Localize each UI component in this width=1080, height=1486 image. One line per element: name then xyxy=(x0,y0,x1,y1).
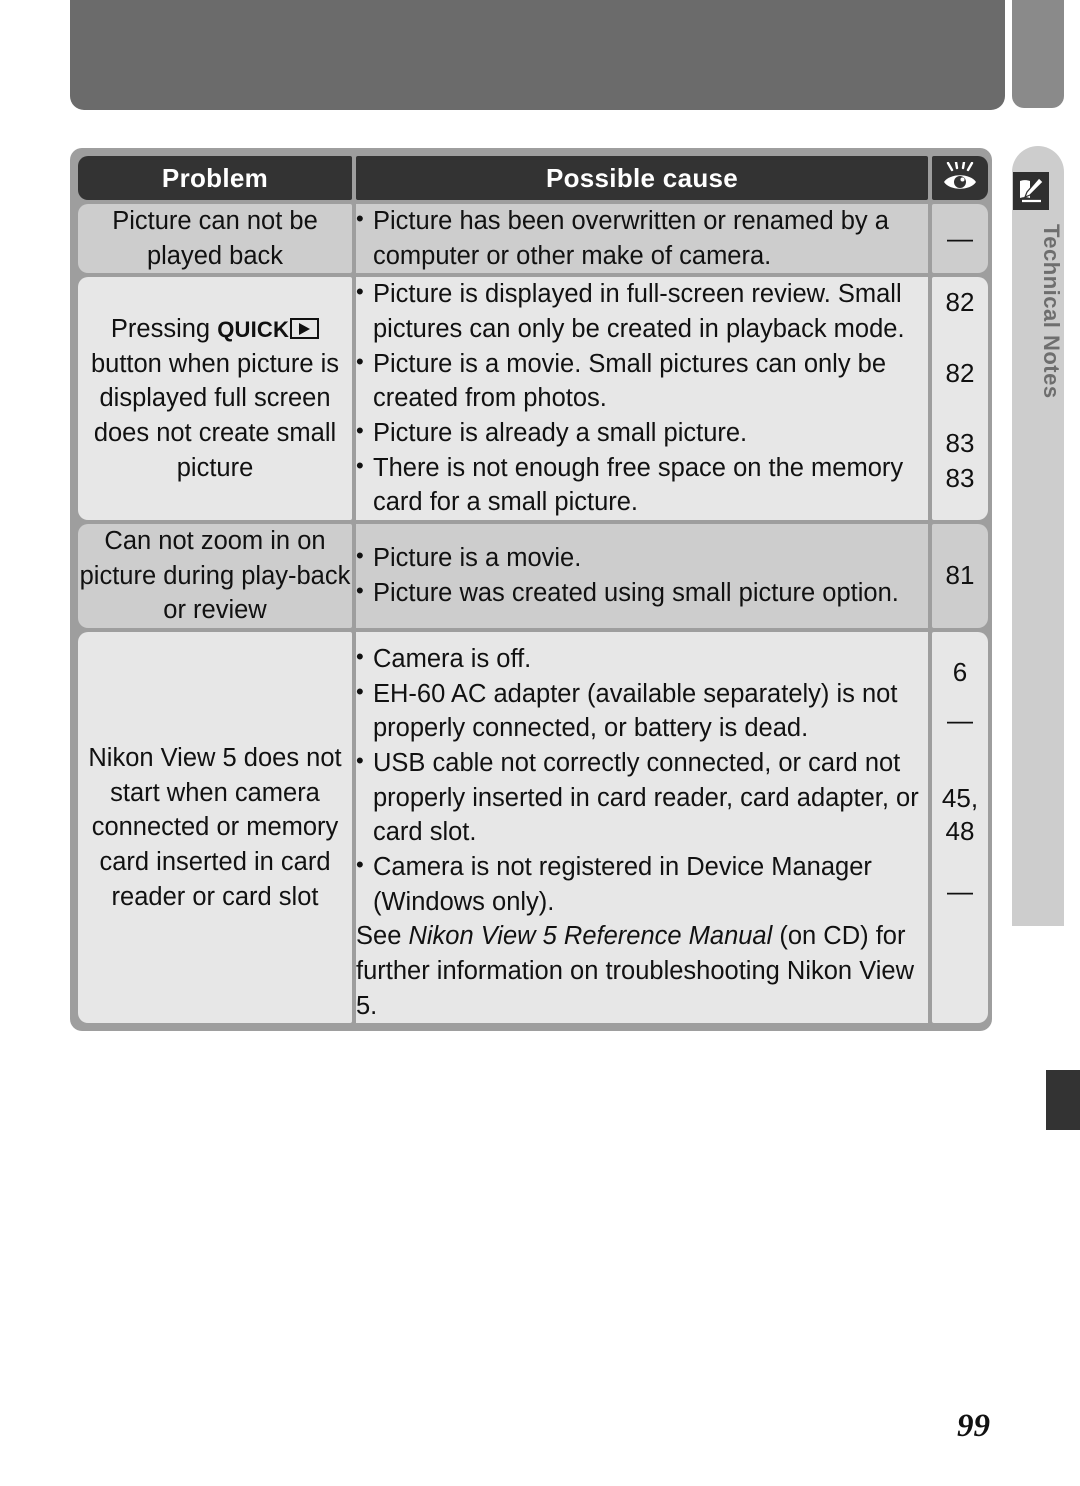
quick-button-label: QUICK xyxy=(217,317,290,343)
page-reference-cell: 81 xyxy=(932,524,988,629)
cause-item: Picture is already a small picture. xyxy=(356,415,928,451)
page-reference-cell: 82 82 83 83 xyxy=(932,277,988,521)
cause-item: Picture was created using small picture … xyxy=(356,575,928,611)
cause-item: Picture is displayed in full-screen revi… xyxy=(356,276,928,346)
cause-item: Picture is a movie. xyxy=(356,540,928,576)
page-reference-cell: — xyxy=(932,204,988,274)
section-tab-label: Technical Notes xyxy=(1039,224,1064,399)
play-button-icon xyxy=(290,318,320,340)
page-reference: — xyxy=(947,222,973,253)
page-reference: 83 xyxy=(945,428,975,459)
cause-item: There is not enough free space on the me… xyxy=(356,450,928,520)
problem-cell: Can not zoom in on picture during play-b… xyxy=(78,524,352,629)
table-row: Can not zoom in on picture during play-b… xyxy=(78,524,988,629)
page-reference: 83 xyxy=(945,463,975,494)
page-reference: — xyxy=(947,876,973,907)
page-reference-cell: 6 — 45, 48 — xyxy=(932,632,988,1024)
reference-manual-note: See Nikon View 5 Reference Manual (on CD… xyxy=(356,919,928,1023)
table-row: Pressing QUICK button when picture is di… xyxy=(78,276,988,521)
page-reference: 82 xyxy=(945,357,975,388)
pencil-notes-icon xyxy=(1013,172,1049,210)
column-header-page-reference xyxy=(932,156,988,200)
page-number: 99 xyxy=(957,1408,990,1444)
cause-cell: Picture has been overwritten or renamed … xyxy=(356,203,928,274)
cause-cell: Camera is off. EH-60 AC adapter (availab… xyxy=(356,632,928,1024)
column-header-problem: Problem xyxy=(78,156,352,200)
problem-cell: Nikon View 5 does not start when camera … xyxy=(78,632,352,1024)
page-reference: 81 xyxy=(945,560,975,591)
table-header-row: Problem Possible cause xyxy=(78,156,988,200)
page-reference: 45, xyxy=(941,782,979,813)
column-header-possible-cause: Possible cause xyxy=(356,156,928,200)
problem-text-prefix: Pressing xyxy=(110,315,211,344)
troubleshooting-table: Problem Possible cause Picture can not b… xyxy=(70,148,992,1032)
page-tab-marker xyxy=(1046,1070,1080,1130)
problem-cell: Picture can not be played back xyxy=(78,204,352,274)
cause-item: Camera is off. xyxy=(356,641,928,677)
page-header-tab-strip xyxy=(1012,0,1064,108)
problem-cell: Pressing QUICK button when picture is di… xyxy=(78,277,352,521)
table-row: Picture can not be played back Picture h… xyxy=(78,203,988,274)
cause-item: Picture is a movie. Small pictures can o… xyxy=(356,346,928,416)
page-reference: 48 xyxy=(945,816,975,847)
page-reference: — xyxy=(947,704,973,735)
cause-item: Picture has been overwritten or renamed … xyxy=(356,203,928,273)
cause-item: USB cable not correctly connected, or ca… xyxy=(356,745,928,850)
cause-item: EH-60 AC adapter (available separately) … xyxy=(356,676,928,746)
eye-reference-icon xyxy=(932,156,988,200)
note-manual-title: Nikon View 5 Reference Manual xyxy=(408,922,773,951)
table-row: Nikon View 5 does not start when camera … xyxy=(78,632,988,1024)
cause-cell: Picture is a movie. Picture was created … xyxy=(356,524,928,629)
page-reference: 6 xyxy=(952,657,968,688)
cause-cell: Picture is displayed in full-screen revi… xyxy=(356,276,928,521)
page-reference: 82 xyxy=(945,287,975,318)
page-header-banner xyxy=(70,0,1005,110)
cause-item: Camera is not registered in Device Manag… xyxy=(356,849,928,919)
note-prefix: See xyxy=(356,922,409,951)
problem-text-suffix: button when picture is displayed full sc… xyxy=(90,349,340,482)
